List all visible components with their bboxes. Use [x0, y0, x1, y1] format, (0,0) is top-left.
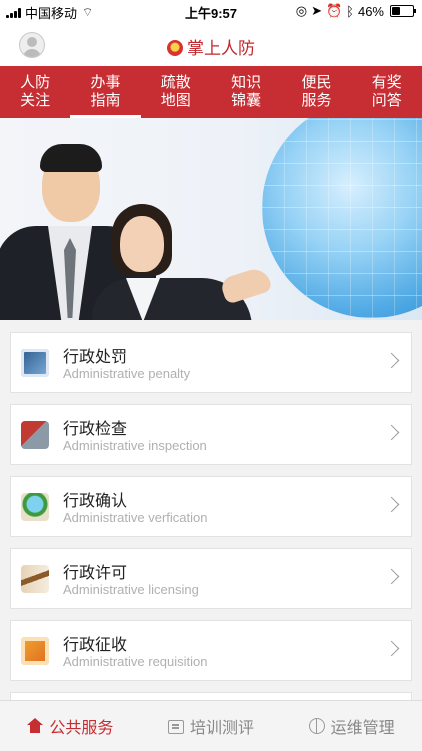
- item-subtitle: Administrative requisition: [63, 654, 208, 669]
- item-title: 行政确认: [63, 493, 128, 510]
- tab-label: 便民服务: [301, 74, 332, 109]
- status-right: ◎ ➤ ⏰ ᛒ 46%: [295, 3, 416, 19]
- emblem-icon: [167, 40, 183, 56]
- tab-banshi-zhinan[interactable]: 办事指南: [70, 66, 141, 118]
- tab-label: 有奖问答: [371, 74, 402, 109]
- training-icon: [168, 719, 184, 734]
- item-title: 行政处罚: [63, 349, 128, 366]
- tab-bianmin-fuwu[interactable]: 便民服务: [281, 66, 351, 118]
- lock-rotation-icon: ◎: [295, 3, 308, 18]
- bottom-nav: 公共服务 培训测评 运维管理: [0, 700, 422, 751]
- chevron-right-icon: [383, 352, 400, 369]
- tab-label: 疏散地图: [160, 74, 191, 109]
- list-item-licensing[interactable]: 行政许可 Administrative licensing: [10, 548, 412, 609]
- nav-training-evaluation[interactable]: 培训测评: [141, 701, 282, 751]
- item-subtitle: Administrative inspection: [63, 438, 207, 453]
- location-icon: ➤: [311, 3, 322, 18]
- verification-icon: [21, 493, 49, 521]
- tab-youjiang-wenda[interactable]: 有奖问答: [352, 66, 422, 118]
- alarm-icon: ⏰: [325, 3, 343, 18]
- banner-image: [0, 118, 422, 320]
- chevron-right-icon: [383, 496, 400, 513]
- service-list: 行政处罚 Administrative penalty 行政检查 Adminis…: [10, 332, 412, 707]
- tab-bar: 人防关注 办事指南 疏散地图 知识锦囊 便民服务 有奖问答: [0, 66, 422, 118]
- item-subtitle: Administrative licensing: [63, 582, 199, 597]
- page-title-text: 掌上人防: [187, 39, 255, 58]
- maintenance-icon: [308, 718, 325, 734]
- list-item-penalty[interactable]: 行政处罚 Administrative penalty: [10, 332, 412, 393]
- item-title: 行政检查: [63, 421, 128, 438]
- list-item-verification[interactable]: 行政确认 Administrative verfication: [10, 476, 412, 537]
- battery-percent: 46%: [357, 3, 384, 19]
- licensing-icon: [21, 565, 49, 593]
- home-icon: [27, 718, 44, 734]
- businesswoman-face: [120, 216, 164, 272]
- chevron-right-icon: [383, 424, 400, 441]
- tab-label: 办事指南: [90, 74, 121, 109]
- app-header: 掌上人防: [0, 22, 422, 66]
- tab-zhishi-jinnang[interactable]: 知识锦囊: [211, 66, 281, 118]
- item-title: 行政征收: [63, 637, 128, 654]
- list-item-requisition[interactable]: 行政征收 Administrative requisition: [10, 620, 412, 681]
- presenting-hand: [219, 265, 273, 305]
- nav-public-service[interactable]: 公共服务: [0, 701, 141, 751]
- chevron-right-icon: [383, 568, 400, 585]
- tab-label: 人防关注: [20, 74, 51, 109]
- status-bar: 中国移动 ⌔ 上午9:57 ◎ ➤ ⏰ ᛒ 46%: [0, 0, 422, 22]
- chevron-right-icon: [383, 640, 400, 657]
- item-subtitle: Administrative penalty: [63, 366, 191, 381]
- requisition-icon: [21, 637, 49, 665]
- list-item-inspection[interactable]: 行政检查 Administrative inspection: [10, 404, 412, 465]
- bluetooth-icon: ᛒ: [346, 3, 354, 19]
- nav-label: 公共服务: [49, 720, 114, 737]
- businessman-hair: [40, 144, 102, 172]
- globe-graphic: [262, 118, 422, 318]
- tab-renfang-guanzhu[interactable]: 人防关注: [0, 66, 70, 118]
- penalty-icon: [21, 349, 49, 377]
- nav-label: 培训测评: [190, 720, 255, 737]
- tab-shusan-ditu[interactable]: 疏散地图: [141, 66, 211, 118]
- inspection-icon: [21, 421, 49, 449]
- battery-icon: [390, 5, 416, 17]
- tab-label: 知识锦囊: [231, 74, 262, 109]
- item-subtitle: Administrative verfication: [63, 510, 208, 525]
- nav-label: 运维管理: [330, 720, 395, 737]
- nav-maintenance-management[interactable]: 运维管理: [281, 701, 422, 751]
- item-title: 行政许可: [63, 565, 128, 582]
- page-title: 掌上人防: [0, 34, 422, 59]
